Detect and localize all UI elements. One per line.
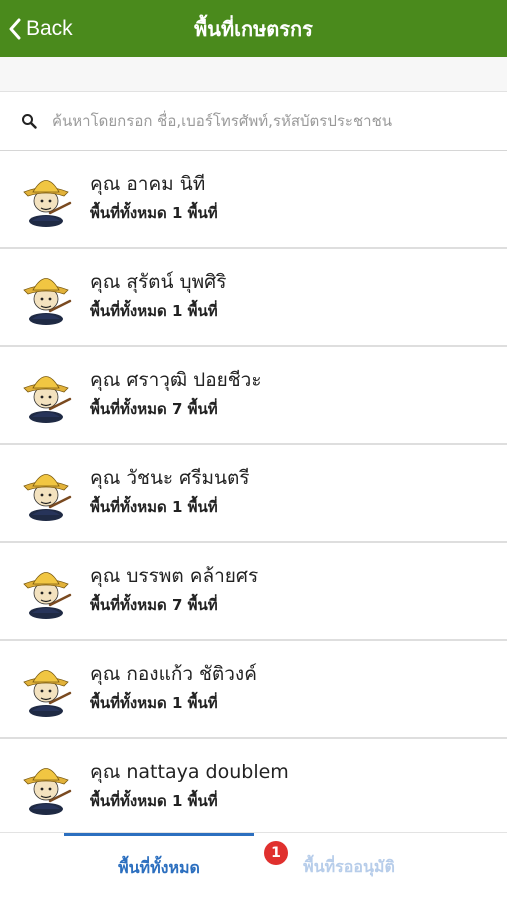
navigation-bar: Back พื้นที่เกษตรกร bbox=[0, 0, 507, 57]
search-input[interactable] bbox=[52, 106, 492, 136]
farmer-name: คุณ nattaya doublem bbox=[90, 761, 289, 783]
farmer-row[interactable]: คุณ ศราวุฒิ ปอยชีวะ พื้นที่ทั้งหมด 7 พื้… bbox=[0, 347, 507, 445]
farmer-area-count: พื้นที่ทั้งหมด 7 พื้นที่ bbox=[90, 400, 218, 418]
search-bar bbox=[0, 92, 507, 151]
farmer-area-count: พื้นที่ทั้งหมด 7 พื้นที่ bbox=[90, 596, 218, 614]
farmer-avatar-icon bbox=[23, 278, 72, 325]
farmer-area-count: พื้นที่ทั้งหมด 1 พื้นที่ bbox=[90, 694, 218, 712]
bottom-tab-bar: พื้นที่ทั้งหมด พื้นที่รออนุมัติ bbox=[0, 832, 507, 901]
farmer-name: คุณ อาคม นิที bbox=[90, 173, 206, 195]
farmer-avatar-icon bbox=[23, 768, 72, 815]
farmer-row[interactable]: คุณ วัชนะ ศรีมนตรี พื้นที่ทั้งหมด 1 พื้น… bbox=[0, 445, 507, 543]
farmer-name: คุณ วัชนะ ศรีมนตรี bbox=[90, 467, 250, 489]
farmer-list: คุณ อาคม นิที พื้นที่ทั้งหมด 1 พื้นที่ ค… bbox=[0, 151, 507, 837]
pending-count-badge: 1 bbox=[264, 841, 288, 865]
chevron-left-icon bbox=[9, 18, 21, 39]
farmer-name: คุณ สุรัตน์ บุพศิริ bbox=[90, 271, 227, 293]
farmer-row[interactable]: คุณ nattaya doublem พื้นที่ทั้งหมด 1 พื้… bbox=[0, 739, 507, 837]
farmer-area-count: พื้นที่ทั้งหมด 1 พื้นที่ bbox=[90, 302, 218, 320]
farmer-name: คุณ บรรพต คล้ายศร bbox=[90, 565, 259, 587]
farmer-row[interactable]: คุณ กองแก้ว ชัติวงค์ พื้นที่ทั้งหมด 1 พื… bbox=[0, 641, 507, 739]
farmer-row[interactable]: คุณ บรรพต คล้ายศร พื้นที่ทั้งหมด 7 พื้นท… bbox=[0, 543, 507, 641]
farmer-area-count: พื้นที่ทั้งหมด 1 พื้นที่ bbox=[90, 204, 218, 222]
farmer-area-count: พื้นที่ทั้งหมด 1 พื้นที่ bbox=[90, 792, 218, 810]
farmer-row[interactable]: คุณ สุรัตน์ บุพศิริ พื้นที่ทั้งหมด 1 พื้… bbox=[0, 249, 507, 347]
tab-all-areas[interactable]: พื้นที่ทั้งหมด bbox=[64, 833, 254, 901]
farmer-avatar-icon bbox=[23, 670, 72, 717]
farmer-name: คุณ กองแก้ว ชัติวงค์ bbox=[90, 663, 257, 685]
farmer-avatar-icon bbox=[23, 572, 72, 619]
back-label: Back bbox=[26, 16, 73, 40]
farmer-avatar-icon bbox=[23, 474, 72, 521]
farmer-area-count: พื้นที่ทั้งหมด 1 พื้นที่ bbox=[90, 498, 218, 516]
back-button[interactable]: Back bbox=[8, 0, 73, 57]
page-title: พื้นที่เกษตรกร bbox=[194, 16, 313, 41]
farmer-name: คุณ ศราวุฒิ ปอยชีวะ bbox=[90, 369, 262, 391]
search-icon bbox=[22, 114, 37, 129]
farmer-row[interactable]: คุณ อาคม นิที พื้นที่ทั้งหมด 1 พื้นที่ bbox=[0, 151, 507, 249]
farmer-avatar-icon bbox=[23, 376, 72, 423]
header-spacer bbox=[0, 57, 507, 92]
farmer-avatar-icon bbox=[23, 180, 72, 227]
